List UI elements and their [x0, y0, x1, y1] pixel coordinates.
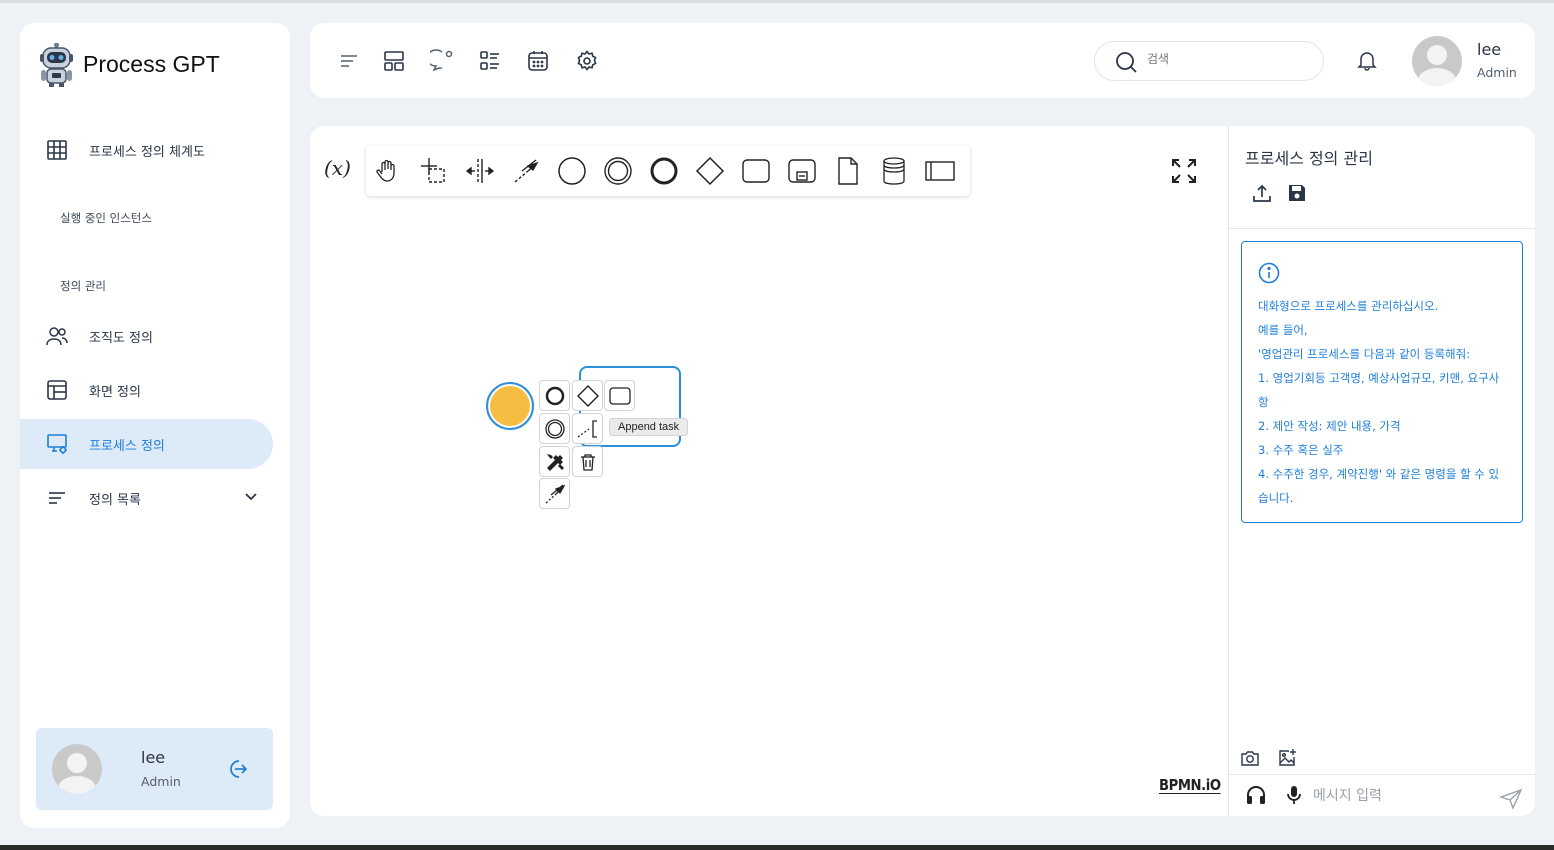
bpmn-palette	[366, 146, 970, 196]
sidebar-section-definition-management: 정의 관리	[60, 279, 106, 293]
sidebar-item-screen-definition[interactable]: 화면 정의	[20, 365, 273, 415]
app-title: Process GPT	[83, 50, 220, 77]
append-intermediate-event-icon[interactable]	[539, 413, 570, 444]
upload-icon[interactable]	[1252, 184, 1272, 208]
menu-toggle-icon[interactable]	[337, 49, 361, 73]
data-object-tool-icon[interactable]	[832, 156, 864, 186]
chevron-down-icon[interactable]	[244, 490, 258, 508]
chat-input-bar	[1229, 778, 1535, 816]
sidebar-item-process-hierarchy[interactable]: 프로세스 정의 체계도	[20, 125, 273, 175]
header-user-role: Admin	[1477, 65, 1517, 80]
checklist-icon[interactable]	[478, 49, 502, 73]
sidebar-item-label: 화면 정의	[89, 384, 141, 400]
logo[interactable]: Process GPT	[38, 42, 220, 87]
info-icon	[1258, 262, 1507, 292]
append-gateway-icon[interactable]	[572, 380, 603, 411]
fullscreen-icon[interactable]	[1170, 157, 1198, 189]
logout-icon[interactable]	[226, 758, 248, 784]
hand-tool-icon[interactable]	[371, 156, 403, 186]
append-end-event-icon[interactable]	[539, 380, 570, 411]
users-icon	[45, 324, 69, 348]
camera-icon[interactable]	[1240, 748, 1260, 772]
image-upload-icon[interactable]	[1277, 748, 1297, 772]
sidebar-item-running-instances[interactable]: 실행 중인 인스턴스	[60, 210, 152, 226]
header-avatar[interactable]	[1412, 36, 1462, 86]
main-panel: (x) Append task BPMN.iO 프로세스 정의 관리 대화형으로…	[310, 126, 1535, 816]
subprocess-tool-icon[interactable]	[786, 156, 818, 186]
info-message: 대화형으로 프로세스를 관리하십시오. 예를 들어, '영업관리 프로세스를 다…	[1241, 241, 1523, 523]
bpmn-io-logo[interactable]: BPMN.iO	[1159, 776, 1221, 794]
bell-icon[interactable]	[1356, 49, 1378, 75]
panel-title: 프로세스 정의 관리	[1245, 149, 1373, 168]
intermediate-event-tool-icon[interactable]	[602, 156, 634, 186]
task-tool-icon[interactable]	[740, 156, 772, 186]
chat-icon[interactable]	[430, 49, 454, 73]
text-annotation-icon[interactable]	[572, 413, 603, 444]
wrench-icon[interactable]	[539, 446, 570, 477]
info-line: 1. 영업기회등 고객명, 예상사업규모, 키맨, 요구사항	[1258, 371, 1500, 409]
user-profile-card: lee Admin	[36, 728, 273, 810]
bpmn-canvas[interactable]: (x) Append task BPMN.iO	[310, 126, 1228, 816]
layout-icon	[45, 378, 69, 402]
append-task-icon[interactable]	[604, 380, 635, 411]
gear-icon[interactable]	[575, 49, 599, 73]
grid-icon	[45, 138, 69, 162]
sidebar-item-process-definition[interactable]: 프로세스 정의	[20, 419, 273, 469]
robot-logo-icon	[38, 42, 76, 87]
sidebar-item-label: 프로세스 정의 체계도	[89, 144, 205, 160]
sidebar-item-label: 프로세스 정의	[89, 438, 165, 454]
search-input[interactable]	[1147, 52, 1307, 66]
user-role: Admin	[141, 774, 181, 789]
end-event-tool-icon[interactable]	[648, 156, 680, 186]
calendar-icon[interactable]	[526, 49, 550, 73]
sidebar-item-org-chart[interactable]: 조직도 정의	[20, 311, 273, 361]
dashboard-icon[interactable]	[382, 49, 406, 73]
panel-separator	[1229, 228, 1535, 229]
gateway-tool-icon[interactable]	[694, 156, 726, 186]
search-box	[1094, 41, 1324, 81]
send-icon[interactable]	[1498, 788, 1523, 814]
chat-attachments	[1240, 748, 1297, 772]
avatar	[52, 744, 102, 794]
user-name: lee	[141, 748, 166, 767]
info-line: 예를 들어,	[1258, 323, 1308, 337]
headphones-icon[interactable]	[1245, 784, 1267, 810]
list-icon	[45, 486, 69, 510]
save-icon[interactable]	[1287, 183, 1307, 207]
top-header: lee Admin	[310, 23, 1535, 98]
trash-icon[interactable]	[572, 446, 603, 477]
window-bottom-edge	[0, 845, 1554, 850]
info-line: 3. 수주 혹은 실주	[1258, 443, 1344, 457]
space-tool-icon[interactable]	[464, 156, 496, 186]
sidebar-item-label: 정의 목록	[89, 492, 141, 508]
process-settings-icon	[45, 432, 69, 456]
info-line: 대화형으로 프로세스를 관리하십시오.	[1258, 299, 1439, 313]
panel-divider	[1228, 126, 1229, 816]
pool-tool-icon[interactable]	[924, 156, 956, 186]
window-top-edge	[0, 0, 1554, 3]
microphone-icon[interactable]	[1283, 784, 1305, 810]
info-line: '영업관리 프로세스를 다음과 같이 등록해줘:	[1258, 347, 1471, 361]
sidebar-item-label: 조직도 정의	[89, 330, 153, 346]
info-line: 4. 수주한 경우, 계약진행' 와 같은 명령을 할 수 있습니다.	[1258, 467, 1500, 505]
sidebar-item-definition-list[interactable]: 정의 목록	[20, 473, 273, 523]
search-icon	[1115, 51, 1137, 77]
chat-separator	[1229, 774, 1535, 775]
start-event-shape[interactable]	[486, 382, 534, 430]
append-task-tooltip: Append task	[609, 418, 689, 436]
sidebar: Process GPT 프로세스 정의 체계도 실행 중인 인스턴스 정의 관리…	[20, 23, 290, 828]
info-line: 2. 제안 작성: 제안 내용, 가격	[1258, 419, 1401, 433]
start-event-tool-icon[interactable]	[556, 156, 588, 186]
variables-button[interactable]: (x)	[324, 156, 351, 180]
global-connect-tool-icon[interactable]	[510, 156, 542, 186]
connect-icon[interactable]	[539, 478, 570, 509]
header-user-name: lee	[1477, 40, 1502, 59]
data-store-tool-icon[interactable]	[878, 156, 910, 186]
lasso-tool-icon[interactable]	[418, 156, 450, 186]
chat-message-input[interactable]	[1313, 785, 1483, 807]
